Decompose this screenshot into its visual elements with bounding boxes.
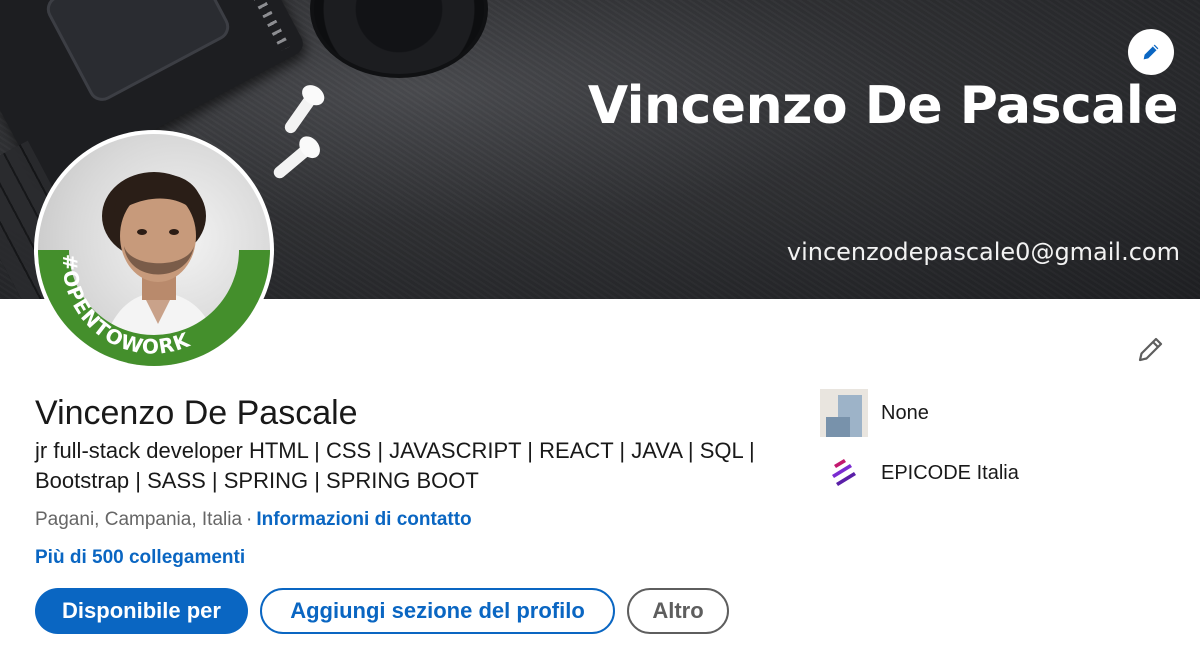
svg-text:#OPENTOWORK: #OPENTOWORK	[58, 254, 194, 359]
open-to-work-badge: #OPENTOWORK	[58, 254, 194, 359]
banner-email: vincenzodepascale0@gmail.com	[786, 238, 1180, 266]
epicode-logo	[820, 449, 868, 497]
add-profile-section-button[interactable]: Aggiungi sezione del profilo	[260, 588, 615, 634]
education-label: EPICODE Italia	[881, 461, 1019, 484]
profile-location: Pagani, Campania, Italia	[35, 509, 243, 530]
education-item[interactable]: EPICODE Italia	[820, 449, 1019, 497]
connections-link[interactable]: Più di 500 collegamenti	[35, 547, 245, 569]
contact-info-link[interactable]: Informazioni di contatto	[256, 509, 471, 530]
pencil-icon	[1143, 44, 1159, 60]
edit-banner-button[interactable]	[1128, 29, 1174, 75]
placeholder-company-logo	[820, 389, 868, 437]
pencil-outline-icon	[1138, 337, 1163, 362]
separator-dot: ·	[246, 509, 253, 530]
profile-photo[interactable]: #OPENTOWORK	[34, 130, 274, 370]
more-button[interactable]: Altro	[627, 588, 729, 634]
location-row: Pagani, Campania, Italia · Informazioni di…	[35, 509, 472, 531]
current-position-label: None	[881, 401, 929, 424]
profile-name: Vincenzo De Pascale	[35, 394, 358, 432]
current-position-item[interactable]: None	[820, 389, 929, 437]
open-to-button[interactable]: Disponibile per	[35, 588, 248, 634]
banner-title: Vincenzo De Pascale	[587, 76, 1179, 136]
profile-headline: jr full-stack developer HTML | CSS | JAV…	[35, 438, 755, 493]
edit-intro-button[interactable]	[1130, 330, 1170, 370]
